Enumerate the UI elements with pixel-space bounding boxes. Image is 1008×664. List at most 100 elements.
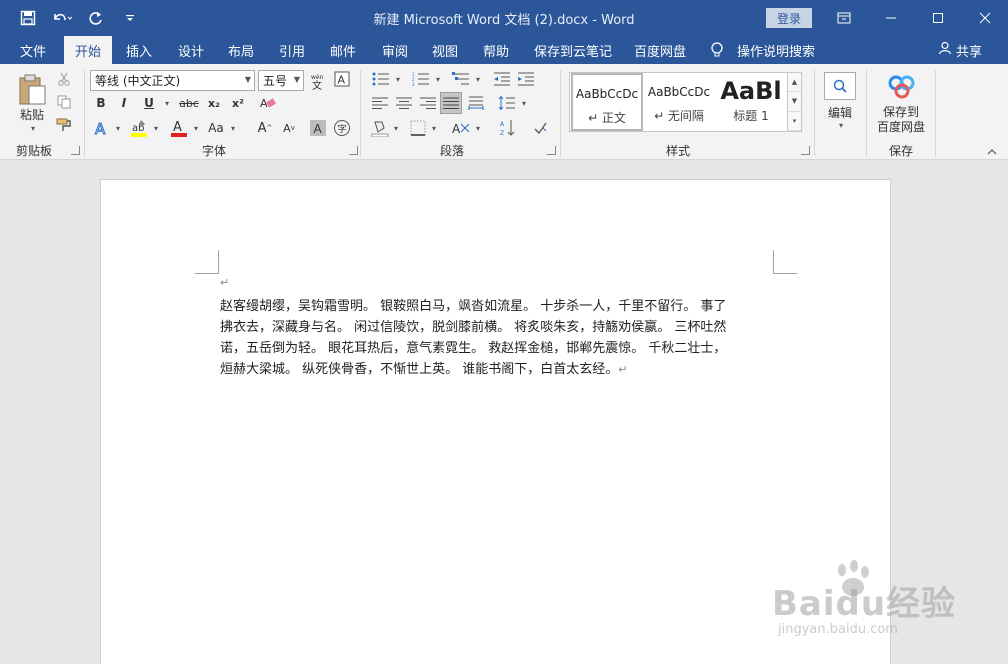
superscript-button[interactable]: x²	[228, 94, 248, 112]
borders-dropdown[interactable]: ▾	[428, 118, 438, 138]
window-controls	[820, 0, 1008, 36]
clipboard-launcher-icon[interactable]	[71, 146, 80, 155]
chinese-layout-dropdown[interactable]: ▾	[472, 118, 482, 138]
font-color-dropdown[interactable]: ▾	[190, 118, 200, 138]
tab-mailings[interactable]: 邮件	[330, 36, 356, 64]
numbering-icon[interactable]: 123	[410, 70, 432, 88]
multilevel-list-icon[interactable]	[450, 70, 472, 88]
margin-corner-top-left	[195, 250, 219, 274]
text-effects-icon[interactable]: A	[92, 118, 112, 138]
tab-baidu-netdisk[interactable]: 百度网盘	[634, 36, 686, 64]
font-color-icon[interactable]: A	[168, 118, 190, 138]
clear-formatting-icon[interactable]: A	[258, 94, 278, 112]
style-no-spacing[interactable]: AaBbCcDc ↵ 无间隔	[643, 73, 715, 131]
redo-icon[interactable]	[84, 6, 108, 30]
tell-me-search[interactable]: 操作说明搜索	[737, 36, 815, 64]
multilevel-list-dropdown[interactable]: ▾	[472, 70, 482, 88]
style-normal[interactable]: AaBbCcDc ↵ 正文	[571, 73, 643, 131]
tab-view[interactable]: 视图	[432, 36, 458, 64]
undo-icon[interactable]	[50, 6, 74, 30]
chevron-down-icon: ▼	[293, 75, 300, 84]
bold-button[interactable]: B	[92, 94, 110, 112]
tab-references[interactable]: 引用	[279, 36, 305, 64]
paste-icon[interactable]	[14, 72, 50, 108]
person-icon	[938, 41, 952, 59]
shading-icon[interactable]	[370, 118, 390, 138]
subscript-button[interactable]: x₂	[204, 94, 224, 112]
svg-text:A: A	[338, 74, 346, 87]
underline-dropdown[interactable]: ▾	[160, 94, 172, 112]
styles-launcher-icon[interactable]	[801, 146, 810, 155]
close-icon[interactable]	[961, 0, 1008, 36]
underline-button[interactable]: U	[138, 94, 160, 112]
highlight-dropdown[interactable]: ▾	[150, 118, 160, 138]
numbering-dropdown[interactable]: ▾	[432, 70, 442, 88]
line-spacing-dropdown[interactable]: ▾	[518, 94, 528, 112]
tab-home[interactable]: 开始	[64, 36, 112, 64]
styles-more-icon[interactable]: ▾	[788, 112, 801, 131]
ribbon-display-options-icon[interactable]	[820, 0, 867, 36]
watermark-brand: Baidu经验	[772, 584, 957, 624]
maximize-icon[interactable]	[914, 0, 961, 36]
tab-help[interactable]: 帮助	[483, 36, 509, 64]
tab-file[interactable]: 文件	[8, 36, 58, 64]
borders-icon[interactable]	[408, 118, 428, 138]
increase-indent-icon[interactable]	[516, 70, 536, 88]
share-button[interactable]: 共享	[938, 36, 982, 64]
editing-button[interactable]: 编辑	[820, 104, 860, 120]
save-icon[interactable]	[16, 6, 40, 30]
phonetic-guide-icon[interactable]: wén 文	[307, 70, 329, 92]
character-border-icon[interactable]: A	[333, 70, 351, 88]
shrink-font-button[interactable]: Av	[280, 118, 298, 138]
show-hide-marks-icon[interactable]	[530, 118, 550, 138]
sort-icon[interactable]: AZ	[498, 118, 518, 138]
font-group-label: 字体	[202, 144, 227, 158]
align-right-icon[interactable]	[418, 94, 438, 112]
collapse-ribbon-icon[interactable]	[984, 146, 1000, 158]
tab-design[interactable]: 设计	[178, 36, 204, 64]
italic-button[interactable]: I	[115, 94, 133, 112]
copy-icon[interactable]	[55, 93, 73, 111]
line-spacing-icon[interactable]	[496, 94, 518, 112]
styles-scroll-up-icon[interactable]: ▲	[788, 73, 801, 93]
paste-button[interactable]: 粘贴	[14, 106, 50, 122]
login-button[interactable]: 登录	[766, 8, 812, 28]
tab-save-to-cloud-notes[interactable]: 保存到云笔记	[534, 36, 612, 64]
decrease-indent-icon[interactable]	[492, 70, 512, 88]
chinese-layout-icon[interactable]: A	[450, 118, 472, 138]
tab-layout[interactable]: 布局	[228, 36, 254, 64]
font-size-combo[interactable]: 五号 ▼	[258, 70, 304, 91]
group-separator	[814, 70, 815, 156]
cut-icon[interactable]	[55, 70, 73, 88]
font-launcher-icon[interactable]	[349, 146, 358, 155]
highlight-icon[interactable]: ab	[128, 118, 150, 138]
tab-review[interactable]: 审阅	[382, 36, 408, 64]
find-icon[interactable]	[824, 72, 856, 100]
baidu-netdisk-icon[interactable]	[886, 72, 918, 100]
tab-insert[interactable]: 插入	[126, 36, 152, 64]
distributed-icon[interactable]	[466, 94, 486, 112]
align-center-icon[interactable]	[394, 94, 414, 112]
change-case-button[interactable]: Aa	[206, 118, 226, 138]
grow-font-button[interactable]: A ^	[256, 118, 274, 138]
format-painter-icon[interactable]	[55, 116, 73, 134]
shading-dropdown[interactable]: ▾	[390, 118, 400, 138]
bullets-dropdown[interactable]: ▾	[392, 70, 402, 88]
editing-dropdown[interactable]: ▾	[834, 119, 846, 131]
change-case-dropdown[interactable]: ▾	[226, 118, 238, 138]
strikethrough-button[interactable]: abc	[176, 94, 202, 112]
paragraph-launcher-icon[interactable]	[547, 146, 556, 155]
save-to-baidu-button[interactable]: 保存到 百度网盘	[870, 104, 932, 136]
enclose-characters-icon[interactable]: 字	[332, 118, 352, 138]
customize-qat-icon[interactable]	[118, 6, 142, 30]
align-left-icon[interactable]	[370, 94, 390, 112]
character-shading-icon[interactable]: A	[308, 118, 328, 138]
justify-icon[interactable]	[440, 92, 462, 114]
styles-scroll-down-icon[interactable]: ▼	[788, 92, 801, 112]
bullets-icon[interactable]	[370, 70, 392, 88]
document-body-text[interactable]: 赵客缦胡缨，吴钩霜雪明。 银鞍照白马，飒沓如流星。 十步杀一人，千里不留行。 事…	[220, 296, 780, 380]
style-heading-1[interactable]: AaBl 标题 1	[715, 73, 787, 131]
font-name-combo[interactable]: 等线 (中文正文) ▼	[90, 70, 255, 91]
text-effects-dropdown[interactable]: ▾	[112, 118, 122, 138]
minimize-icon[interactable]	[867, 0, 914, 36]
